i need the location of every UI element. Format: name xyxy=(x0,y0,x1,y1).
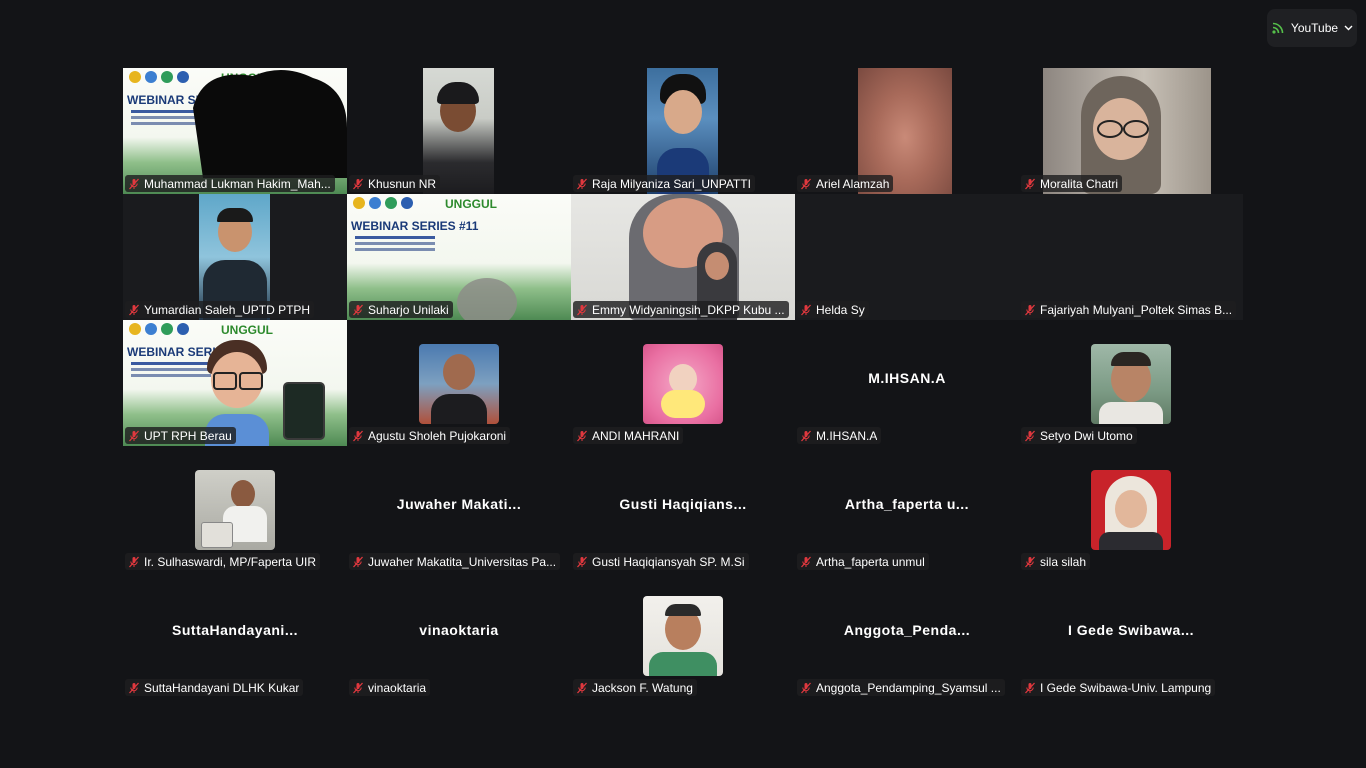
silhouette-image xyxy=(193,69,347,178)
participant-name-bar: Ariel Alamzah xyxy=(797,175,894,192)
participant-tile[interactable]: Setyo Dwi Utomo xyxy=(1019,320,1243,446)
participant-display-name: Juwaher Makati... xyxy=(396,496,522,512)
participant-tile[interactable]: Emmy Widyaningsih_DKPP Kubu ... xyxy=(571,194,795,320)
muted-mic-icon xyxy=(577,682,587,693)
avatar xyxy=(195,470,275,550)
participant-name-bar: Juwaher Makatita_Universitas Pa... xyxy=(349,553,561,570)
participant-display-name: I Gede Swibawa... xyxy=(1068,622,1194,638)
participant-name-bar: Fajariyah Mulyani_Poltek Simas B... xyxy=(1021,301,1237,318)
muted-mic-icon xyxy=(577,304,587,315)
muted-mic-icon xyxy=(577,556,587,567)
participant-tile[interactable]: M.IHSAN.A M.IHSAN.A xyxy=(795,320,1019,446)
muted-mic-icon xyxy=(801,178,811,189)
muted-mic-icon xyxy=(801,304,811,315)
muted-mic-icon xyxy=(129,430,139,441)
participant-name-bar: Anggota_Pendamping_Syamsul ... xyxy=(797,679,1005,696)
participant-name-bar: Setyo Dwi Utomo xyxy=(1021,427,1137,444)
muted-mic-icon xyxy=(129,556,139,567)
participant-display-name: vinaoktaria xyxy=(419,622,499,638)
participant-tile[interactable]: Jackson F. Watung xyxy=(571,572,795,698)
participant-name-bar: Agustu Sholeh Pujokaroni xyxy=(349,427,511,444)
participant-name-bar: I Gede Swibawa-Univ. Lampung xyxy=(1021,679,1216,696)
participant-gallery: UNGGUL WEBINAR SERIES Muhammad Lukman Ha… xyxy=(123,68,1243,698)
youtube-label: YouTube xyxy=(1290,21,1339,35)
participant-tile[interactable]: Gusti Haqiqians... Gusti Haqiqiansyah SP… xyxy=(571,446,795,572)
participant-name-bar: Khusnun NR xyxy=(349,175,441,192)
avatar xyxy=(1091,470,1171,550)
participant-name-bar: Raja Milyaniza Sari_UNPATTI xyxy=(573,175,755,192)
participant-tile[interactable]: Helda Sy xyxy=(795,194,1019,320)
participant-name-bar: SuttaHandayani DLHK Kukar xyxy=(125,679,304,696)
participant-tile[interactable]: I Gede Swibawa... I Gede Swibawa-Univ. L… xyxy=(1019,572,1243,698)
participant-name-bar: Ir. Sulhaswardi, MP/Faperta UIR xyxy=(125,553,321,570)
participant-name-bar: vinaoktaria xyxy=(349,679,431,696)
participant-name-bar: sila silah xyxy=(1021,553,1091,570)
participant-name-bar: UPT RPH Berau xyxy=(125,427,236,444)
participant-display-name: M.IHSAN.A xyxy=(868,370,946,386)
participant-tile[interactable]: Agustu Sholeh Pujokaroni xyxy=(347,320,571,446)
participant-name-bar: Helda Sy xyxy=(797,301,869,318)
participant-tile[interactable]: ANDI MAHRANI xyxy=(571,320,795,446)
participant-name-bar: Emmy Widyaningsih_DKPP Kubu ... xyxy=(573,301,789,318)
muted-mic-icon xyxy=(577,430,587,441)
participant-tile[interactable]: UNGGUL WEBINAR SERIES Muhammad Lukman Ha… xyxy=(123,68,347,194)
muted-mic-icon xyxy=(129,304,139,315)
participant-name-bar: Muhammad Lukman Hakim_Mah... xyxy=(125,175,335,192)
muted-mic-icon xyxy=(1025,304,1035,315)
muted-mic-icon xyxy=(129,682,139,693)
muted-mic-icon xyxy=(353,178,363,189)
muted-mic-icon xyxy=(353,430,363,441)
participant-tile[interactable]: Yumardian Saleh_UPTD PTPH xyxy=(123,194,347,320)
participant-tile[interactable]: Artha_faperta u... Artha_faperta unmul xyxy=(795,446,1019,572)
participant-name-bar: M.IHSAN.A xyxy=(797,427,882,444)
muted-mic-icon xyxy=(353,556,363,567)
participant-name-bar: Yumardian Saleh_UPTD PTPH xyxy=(125,301,315,318)
participant-tile[interactable]: vinaoktaria vinaoktaria xyxy=(347,572,571,698)
muted-mic-icon xyxy=(577,178,587,189)
avatar xyxy=(643,596,723,676)
youtube-live-button[interactable]: YouTube xyxy=(1267,9,1357,47)
live-stream-icon xyxy=(1272,22,1284,34)
participant-name-bar: ANDI MAHRANI xyxy=(573,427,684,444)
muted-mic-icon xyxy=(129,178,139,189)
muted-mic-icon xyxy=(801,682,811,693)
participant-tile[interactable]: Fajariyah Mulyani_Poltek Simas B... xyxy=(1019,194,1243,320)
participant-display-name: SuttaHandayani... xyxy=(172,622,298,638)
participant-name-bar: Artha_faperta unmul xyxy=(797,553,929,570)
participant-tile[interactable]: Ir. Sulhaswardi, MP/Faperta UIR xyxy=(123,446,347,572)
participant-display-name: Gusti Haqiqians... xyxy=(619,496,747,512)
participant-tile[interactable]: UNGGUL WEBINAR SERIES UPT RPH Berau xyxy=(123,320,347,446)
participant-tile[interactable]: sila silah xyxy=(1019,446,1243,572)
participant-name-bar: Suharjo Unilaki xyxy=(349,301,453,318)
participant-name-bar: Gusti Haqiqiansyah SP. M.Si xyxy=(573,553,749,570)
participant-name-bar: Jackson F. Watung xyxy=(573,679,697,696)
participant-tile[interactable]: Anggota_Penda... Anggota_Pendamping_Syam… xyxy=(795,572,1019,698)
participant-display-name: Anggota_Penda... xyxy=(843,622,971,638)
muted-mic-icon xyxy=(353,304,363,315)
participant-tile[interactable]: Juwaher Makati... Juwaher Makatita_Unive… xyxy=(347,446,571,572)
avatar xyxy=(1091,344,1171,424)
muted-mic-icon xyxy=(353,682,363,693)
participant-tile[interactable]: SuttaHandayani... SuttaHandayani DLHK Ku… xyxy=(123,572,347,698)
participant-tile[interactable]: UNGGUL WEBINAR SERIES #11 Suharjo Unilak… xyxy=(347,194,571,320)
muted-mic-icon xyxy=(1025,178,1035,189)
participant-tile[interactable]: Moralita Chatri xyxy=(1019,68,1243,194)
muted-mic-icon xyxy=(1025,556,1035,567)
participant-name-bar: Moralita Chatri xyxy=(1021,175,1123,192)
muted-mic-icon xyxy=(1025,430,1035,441)
participant-tile[interactable]: Ariel Alamzah xyxy=(795,68,1019,194)
muted-mic-icon xyxy=(1025,682,1035,693)
participant-tile[interactable]: Raja Milyaniza Sari_UNPATTI xyxy=(571,68,795,194)
chevron-down-icon xyxy=(1344,25,1353,31)
participant-tile[interactable]: Khusnun NR xyxy=(347,68,571,194)
muted-mic-icon xyxy=(801,430,811,441)
avatar xyxy=(419,344,499,424)
muted-mic-icon xyxy=(801,556,811,567)
avatar xyxy=(643,344,723,424)
participant-display-name: Artha_faperta u... xyxy=(844,496,970,512)
